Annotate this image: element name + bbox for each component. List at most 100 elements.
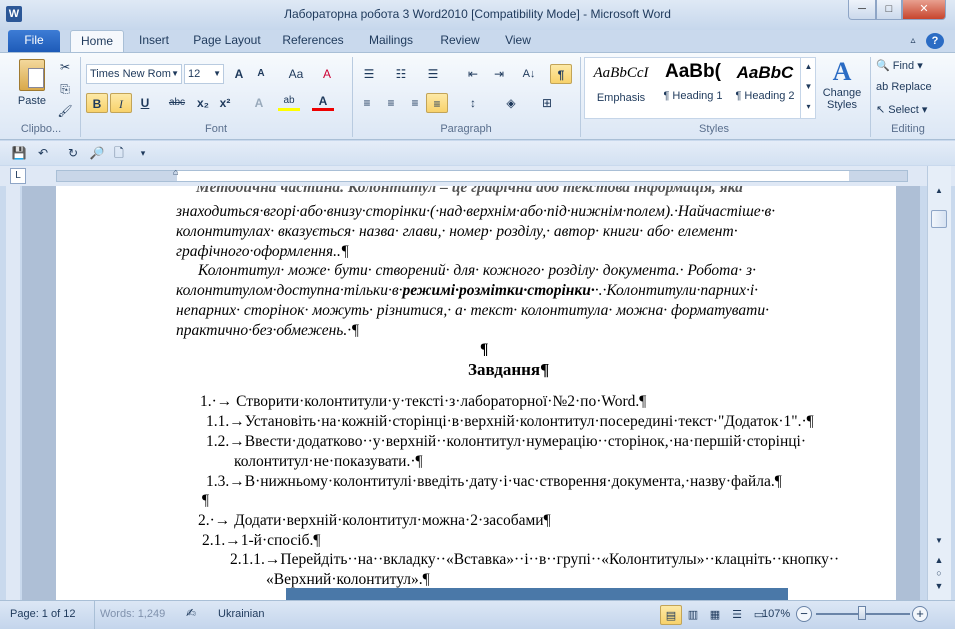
- shading-icon[interactable]: ◈: [500, 93, 522, 113]
- italic-button[interactable]: I: [110, 93, 132, 113]
- zoom-level[interactable]: 107%: [762, 608, 790, 620]
- copy-icon[interactable]: ⎘: [54, 79, 76, 99]
- select-button[interactable]: ↖ Select ▾: [876, 103, 927, 116]
- increase-indent-icon[interactable]: ⇥: [488, 64, 510, 84]
- document-page[interactable]: Методична частина. Колонтитул – це графі…: [56, 186, 896, 600]
- align-left-icon[interactable]: ≡: [356, 93, 378, 113]
- tab-insert[interactable]: Insert: [134, 30, 174, 52]
- redo-icon[interactable]: ↻: [62, 143, 84, 163]
- tab-selector-icon[interactable]: L: [10, 168, 26, 184]
- scroll-up-icon[interactable]: ▲: [931, 186, 947, 200]
- subscript-button[interactable]: x₂: [192, 93, 214, 113]
- tab-view[interactable]: View: [500, 30, 536, 52]
- proofing-icon[interactable]: ✍: [186, 606, 196, 620]
- language-indicator[interactable]: Ukrainian: [218, 608, 264, 620]
- sort-icon[interactable]: A↓: [518, 64, 540, 84]
- strikethrough-button[interactable]: abc: [166, 93, 188, 113]
- help-icon[interactable]: ?: [926, 33, 944, 49]
- borders-icon[interactable]: ⊞: [536, 93, 558, 113]
- doc-run-bold: режимі·розмітки·сторінки·: [402, 282, 595, 299]
- line-spacing-icon[interactable]: ↕: [462, 93, 484, 113]
- font-color-icon[interactable]: A: [312, 93, 334, 111]
- font-size-combo[interactable]: 12 ▼: [184, 64, 224, 84]
- multilevel-list-icon[interactable]: ☰: [422, 64, 444, 84]
- text-effects-icon[interactable]: A: [248, 93, 270, 113]
- style-preview: AaBbC: [736, 63, 794, 82]
- new-document-icon[interactable]: 🗋: [108, 143, 130, 163]
- indent-marker-icon[interactable]: ⌂: [173, 167, 178, 177]
- full-screen-reading-icon[interactable]: ▥: [682, 605, 704, 625]
- highlight-icon[interactable]: ab: [278, 93, 300, 111]
- vertical-scrollbar[interactable]: ▲ ▼ ▲ ○ ▼: [927, 166, 951, 600]
- scroll-down-icon[interactable]: ▼: [931, 536, 947, 550]
- style-emphasis[interactable]: AaBbCcI Emphasis: [586, 59, 656, 117]
- embedded-image[interactable]: [286, 588, 788, 600]
- print-layout-view-button[interactable]: ▤: [660, 605, 682, 625]
- print-preview-icon[interactable]: 🔎: [86, 143, 108, 163]
- maximize-button[interactable]: □: [876, 0, 902, 20]
- paste-button[interactable]: Paste: [12, 57, 52, 117]
- styles-scroll-icon[interactable]: ▲ ▼ ▾: [800, 57, 816, 119]
- zoom-out-button[interactable]: −: [796, 606, 812, 622]
- tab-review[interactable]: Review: [436, 30, 484, 52]
- align-center-icon[interactable]: ≡: [380, 93, 402, 113]
- shrink-font-icon[interactable]: A: [250, 64, 272, 84]
- tab-file[interactable]: File: [8, 30, 60, 52]
- web-layout-icon[interactable]: ▦: [704, 605, 726, 625]
- horizontal-ruler[interactable]: ⌂: [56, 167, 908, 182]
- minimize-button[interactable]: ─: [848, 0, 876, 20]
- numbering-icon[interactable]: ☷: [390, 64, 412, 84]
- superscript-button[interactable]: x²: [214, 93, 236, 113]
- save-icon[interactable]: 💾: [8, 143, 30, 163]
- select-label: Select: [888, 104, 919, 116]
- format-painter-icon[interactable]: 🖌: [54, 101, 76, 121]
- bullets-icon[interactable]: ☰: [358, 64, 380, 84]
- close-button[interactable]: ✕: [902, 0, 946, 20]
- find-button[interactable]: 🔍 Find ▾: [876, 59, 923, 72]
- style-heading-2[interactable]: AaBbC ¶ Heading 2: [730, 59, 800, 117]
- tab-page-layout[interactable]: Page Layout: [190, 30, 264, 52]
- style-heading-1[interactable]: AaBb(¶ Heading 1: [658, 59, 728, 117]
- page-count[interactable]: Page: 1 of 12: [10, 608, 75, 620]
- clear-formatting-icon[interactable]: A: [316, 64, 338, 84]
- grow-font-icon[interactable]: A: [228, 64, 250, 84]
- undo-icon[interactable]: ↶: [32, 143, 54, 163]
- doc-list-item: 1.3.→В·нижньому·колонтитулі·введіть·дату…: [206, 473, 782, 490]
- zoom-slider-thumb[interactable]: [858, 606, 866, 620]
- scroll-thumb[interactable]: [931, 210, 947, 228]
- find-label: Find: [892, 60, 915, 72]
- align-right-icon[interactable]: ≡: [404, 93, 426, 113]
- clipboard-group-label: Clipbo...: [20, 123, 62, 135]
- change-styles-button[interactable]: A Change Styles: [818, 57, 866, 121]
- show-formatting-marks-button[interactable]: ¶: [550, 64, 572, 84]
- decrease-indent-icon[interactable]: ⇤: [462, 64, 484, 84]
- underline-button[interactable]: U: [134, 93, 156, 113]
- separator: [870, 57, 871, 137]
- tab-references[interactable]: References: [280, 30, 346, 52]
- outline-view-icon[interactable]: ☰: [726, 605, 748, 625]
- ribbon-home: Paste ✂ ⎘ 🖌 Clipbo... Times New Rom ▼ 12 ▼…: [0, 52, 955, 140]
- customize-qat-icon[interactable]: ▾: [132, 143, 154, 163]
- cut-icon[interactable]: ✂: [54, 57, 76, 77]
- browse-object-icon[interactable]: ▲ ○ ▼: [931, 554, 947, 593]
- tab-mailings[interactable]: Mailings: [362, 30, 420, 52]
- chevron-down-icon[interactable]: ▼: [171, 65, 179, 83]
- ribbon-minimize-icon[interactable]: ▵: [904, 30, 922, 52]
- font-name-value: Times New Rom: [90, 68, 171, 80]
- styles-group-label: Styles: [699, 123, 729, 135]
- change-case-icon[interactable]: Aa: [282, 64, 310, 84]
- zoom-in-button[interactable]: +: [912, 606, 928, 622]
- word-count[interactable]: Words: 1,249: [100, 608, 165, 620]
- ribbon-tabs: File Home Insert Page Layout References …: [0, 30, 955, 52]
- tab-home[interactable]: Home: [70, 30, 124, 52]
- font-name-combo[interactable]: Times New Rom ▼: [86, 64, 182, 84]
- doc-pilcrow: ¶: [480, 341, 489, 358]
- justify-button[interactable]: ≡: [426, 93, 448, 113]
- replace-label: Replace: [891, 81, 932, 93]
- bold-button[interactable]: B: [86, 93, 108, 113]
- replace-button[interactable]: ab Replace: [876, 81, 932, 93]
- editing-group-label: Editing: [891, 123, 925, 135]
- doc-list-item: 1.2.→Ввести·додатково··у·верхній··колонт…: [206, 433, 807, 450]
- vertical-ruler[interactable]: [6, 186, 20, 600]
- chevron-down-icon[interactable]: ▼: [213, 65, 221, 83]
